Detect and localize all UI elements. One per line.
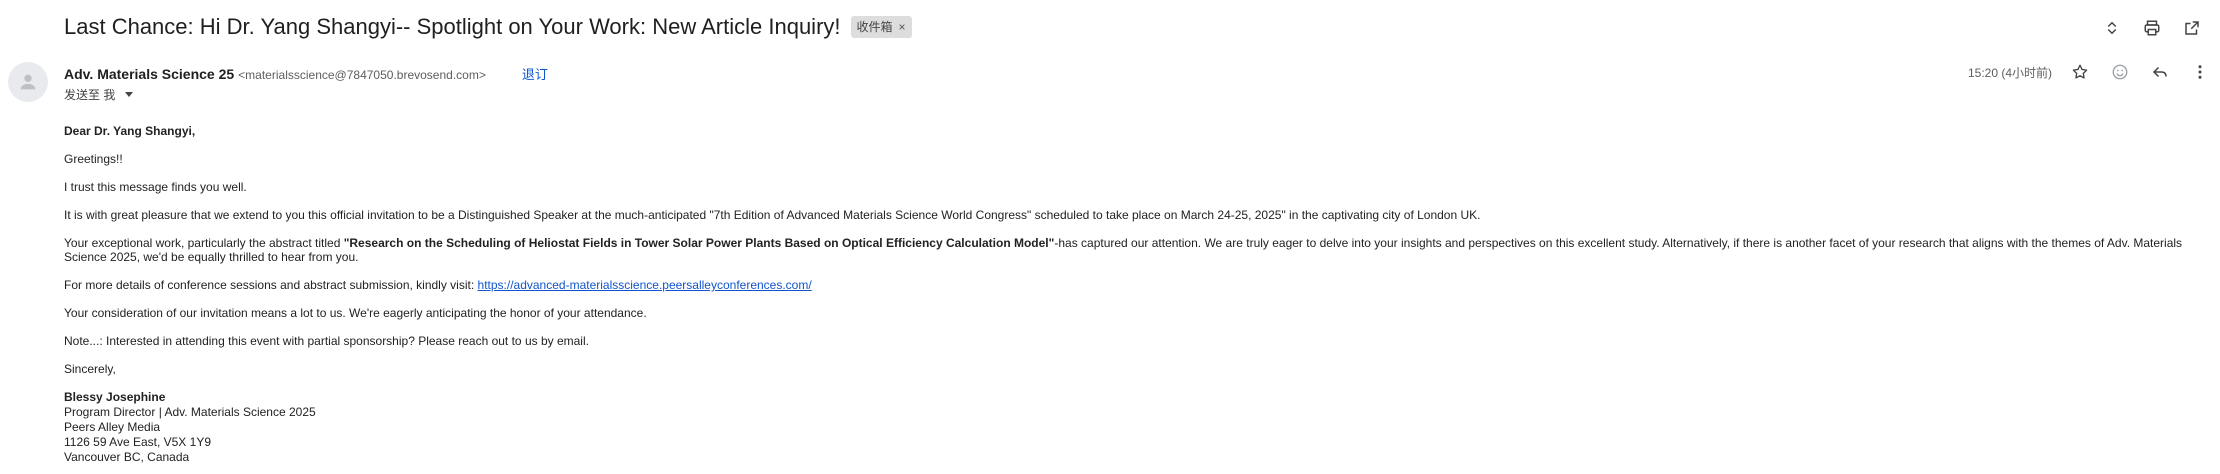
body-line-5: Your consideration of our invitation mea… [64,306,647,320]
recipient-label: 发送至 我 [64,88,116,102]
remove-label-icon[interactable]: × [899,20,906,34]
body-line-1: I trust this message finds you well. [64,180,247,194]
print-icon[interactable] [2142,18,2162,38]
email-subject: Last Chance: Hi Dr. Yang Shangyi-- Spotl… [64,14,841,39]
subject-row: Last Chance: Hi Dr. Yang Shangyi-- Spotl… [64,14,912,40]
conference-link[interactable]: https://advanced-materialsscience.peersa… [478,278,812,292]
timestamp: 15:20 (4小时前) [1967,65,2052,80]
top-actions [2102,18,2202,38]
reply-icon[interactable] [2150,62,2170,82]
sender-row: Adv. Materials Science 25 <materialsscie… [64,64,548,83]
signature-title: Program Director | Adv. Materials Scienc… [64,405,316,419]
signature-name: Blessy Josephine [64,390,166,404]
signature: Blessy Josephine Program Director | Adv.… [64,390,2204,465]
closing: Sincerely, [64,362,116,376]
salutation: Dear Dr. Yang Shangyi, [64,124,196,138]
message-body: Dear Dr. Yang Shangyi, Greetings!! I tru… [64,124,2204,465]
open-new-window-icon[interactable] [2182,18,2202,38]
link-intro: For more details of conference sessions … [64,278,478,292]
sender-email: <materialsscience@7847050.brevosend.com> [238,68,486,82]
more-vert-icon[interactable] [2190,62,2210,82]
star-icon[interactable] [2070,62,2090,82]
inbox-label-chip[interactable]: 收件箱 × [850,16,912,38]
body-paragraph-abstract: Your exceptional work, particularly the … [64,236,2204,264]
recipient-details-toggle[interactable]: 发送至 我 [64,86,134,103]
message-actions [2070,62,2210,82]
abstract-title: "Research on the Scheduling of Heliostat… [343,236,1055,250]
greeting: Greetings!! [64,152,123,166]
emoji-icon[interactable] [2110,62,2130,82]
inbox-label-text: 收件箱 [856,20,893,34]
signature-company: Peers Alley Media [64,420,161,434]
signature-address: 1126 59 Ave East, V5X 1Y9 [64,435,211,449]
abstract-intro: Your exceptional work, particularly the … [64,236,344,250]
message-meta: 15:20 (4小时前) [1968,62,2210,82]
chevron-down-icon [125,92,134,97]
person-icon [20,74,36,90]
body-line-6: Note...: Interested in attending this ev… [64,334,589,348]
body-paragraph-link: For more details of conference sessions … [64,278,2204,292]
body-line-2: It is with great pleasure that we extend… [64,208,1481,222]
signature-city: Vancouver BC, Canada [64,450,190,464]
sender-avatar[interactable] [8,62,48,102]
expand-collapse-icon[interactable] [2102,18,2122,38]
unsubscribe-link[interactable]: 退订 [522,64,548,83]
sender-name[interactable]: Adv. Materials Science 25 [64,66,234,82]
